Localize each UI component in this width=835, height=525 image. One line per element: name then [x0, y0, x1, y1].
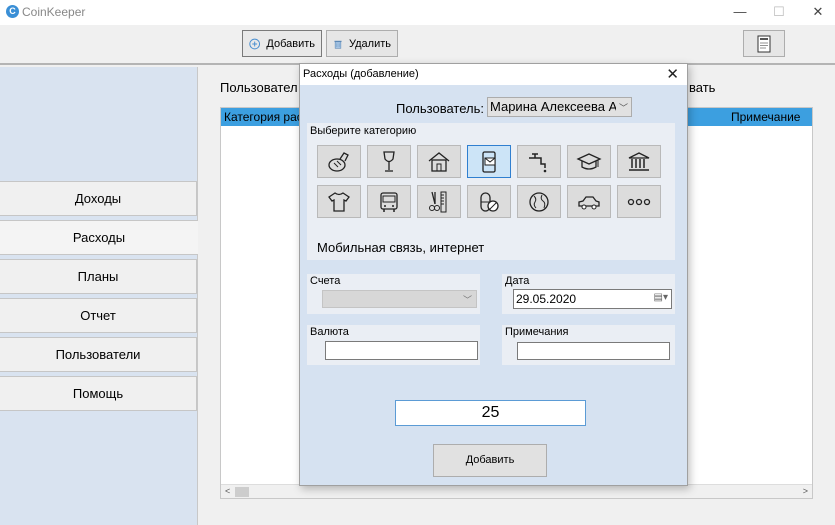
user-label: Пользователь: — [396, 101, 484, 116]
close-window-button[interactable]: ✕ — [804, 2, 832, 22]
toolbar-delete-label: Удалить — [349, 37, 391, 50]
date-picker[interactable]: 29.05.2020 ▤▾ — [513, 289, 672, 309]
document-icon — [757, 35, 771, 52]
title-bar: C CoinKeeper — ☐ ✕ — [0, 0, 835, 25]
sidebar-item-report[interactable]: Отчет — [0, 298, 197, 333]
user-select[interactable]: Марина Алексеева Ал ﹀ — [487, 97, 632, 117]
plus-circle-icon — [249, 38, 261, 49]
category-button-health[interactable] — [467, 185, 511, 218]
accounts-group: Счета ﹀ — [307, 274, 480, 314]
date-group: Дата 29.05.2020 ▤▾ — [502, 274, 675, 314]
notes-group: Примечания — [502, 325, 675, 365]
date-value: 29.05.2020 — [516, 292, 577, 306]
sidebar-item-income[interactable]: Доходы — [0, 181, 197, 216]
column-header-category[interactable]: Категория рас — [224, 110, 303, 124]
category-label: Выберите категорию — [310, 125, 417, 137]
minimize-button[interactable]: — — [726, 2, 754, 22]
bread-icon — [328, 151, 349, 172]
currency-group: Валюта — [307, 325, 480, 365]
app-logo-icon: C — [6, 5, 19, 18]
category-button-utilities[interactable] — [517, 145, 561, 178]
sidebar-item-plans[interactable]: Планы — [0, 259, 197, 294]
selected-category-name: Мобильная связь, интернет — [317, 240, 485, 255]
add-expense-dialog: Расходы (добавление) ✕ Пользователь: Мар… — [299, 63, 688, 486]
bank-icon — [628, 151, 650, 171]
category-button-car[interactable] — [567, 185, 611, 218]
category-button-beauty[interactable] — [417, 185, 461, 218]
content-label-right: вать — [689, 80, 716, 95]
scroll-thumb[interactable] — [235, 487, 249, 497]
category-button-bank[interactable] — [617, 145, 661, 178]
wine-glass-icon — [383, 150, 395, 172]
amount-input[interactable]: 25 — [395, 400, 586, 426]
category-button-education[interactable] — [567, 145, 611, 178]
sidebar-item-users[interactable]: Пользователи — [0, 337, 197, 372]
dialog-title-bar: Расходы (добавление) ✕ — [300, 64, 687, 85]
maximize-button[interactable]: ☐ — [765, 2, 793, 22]
content-label-user: Пользовател — [220, 80, 298, 95]
toolbar: Добавить Удалить — [0, 25, 835, 65]
scroll-right-arrow-icon[interactable]: > — [803, 486, 808, 496]
sidebar-item-help[interactable]: Помощь — [0, 376, 197, 411]
category-button-mobile[interactable] — [467, 145, 511, 178]
bus-icon — [380, 191, 398, 212]
accounts-label: Счета — [310, 275, 341, 287]
date-label: Дата — [505, 275, 530, 287]
sidebar-item-expenses[interactable]: Расходы — [0, 220, 198, 255]
column-header-notes[interactable]: Примечание — [731, 110, 800, 124]
globe-icon — [529, 191, 549, 212]
app-title: CoinKeeper — [22, 5, 86, 19]
chevron-down-icon: ﹀ — [615, 101, 628, 114]
currency-label: Валюта — [310, 326, 349, 338]
horizontal-scrollbar[interactable]: < > — [221, 484, 812, 498]
toolbar-add-label: Добавить — [266, 37, 315, 50]
category-button-drinks[interactable] — [367, 145, 411, 178]
category-panel: Выберите категорию Мобильная связь, инте… — [307, 123, 675, 260]
currency-input[interactable] — [325, 341, 478, 360]
trash-icon — [334, 40, 342, 49]
scroll-left-arrow-icon[interactable]: < — [225, 486, 230, 496]
dialog-title: Расходы (добавление) — [303, 68, 419, 80]
graduation-cap-icon — [576, 152, 602, 170]
more-dots-icon — [627, 198, 651, 205]
notes-input[interactable] — [517, 342, 670, 360]
category-button-travel[interactable] — [517, 185, 561, 218]
category-button-food[interactable] — [317, 145, 361, 178]
chevron-down-icon: ﹀ — [462, 295, 472, 305]
mobile-message-icon — [482, 150, 496, 173]
comb-scissors-icon — [429, 191, 447, 212]
category-button-transport[interactable] — [367, 185, 411, 218]
category-button-other[interactable] — [617, 185, 661, 218]
category-button-clothes[interactable] — [317, 185, 361, 218]
house-icon — [428, 151, 450, 172]
category-button-home[interactable] — [417, 145, 461, 178]
toolbar-document-button[interactable] — [743, 30, 785, 57]
calendar-dropdown-icon[interactable]: ▤▾ — [654, 292, 668, 303]
dialog-close-button[interactable]: ✕ — [666, 65, 679, 83]
sidebar: Доходы Расходы Планы Отчет Пользователи … — [0, 67, 198, 525]
pills-icon — [480, 191, 499, 212]
toolbar-delete-button[interactable]: Удалить — [326, 30, 398, 57]
notes-label: Примечания — [505, 326, 569, 338]
dialog-add-button[interactable]: Добавить — [433, 444, 547, 477]
water-tap-icon — [529, 152, 547, 172]
car-icon — [578, 195, 600, 209]
user-select-value: Марина Алексеева Ал — [490, 99, 625, 114]
accounts-select: ﹀ — [322, 290, 477, 308]
tshirt-icon — [328, 191, 350, 212]
toolbar-add-button[interactable]: Добавить — [242, 30, 322, 57]
